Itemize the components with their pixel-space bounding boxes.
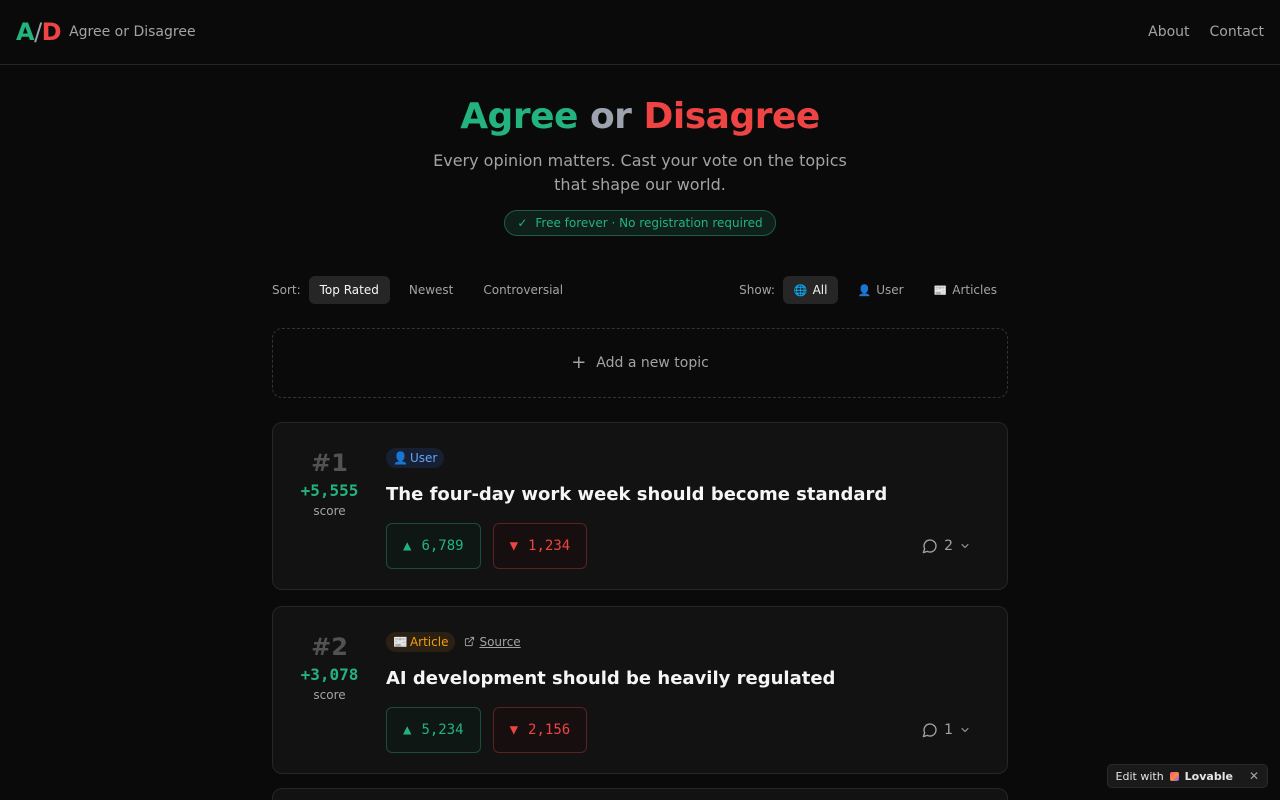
sort-label: Sort: [272, 283, 301, 297]
sort-newest-button[interactable]: Newest [398, 276, 465, 304]
score-label: score [313, 504, 346, 518]
topic-card: #2 +3,078 score 📰 Article Source AI devel… [272, 606, 1008, 774]
score-value: +5,555 [300, 481, 359, 500]
topic-tags: 📰 Article Source [386, 631, 971, 652]
show-articles-button[interactable]: 📰 Articles [923, 276, 1008, 304]
comments-toggle[interactable]: 2 [922, 538, 971, 554]
add-topic-label: Add a new topic [596, 355, 709, 371]
tagline: Every opinion matters. Cast your vote on… [433, 151, 847, 194]
topic-title[interactable]: The four-day work week should become sta… [386, 482, 971, 508]
comment-count: 1 [944, 722, 953, 738]
page-title: Agree or Disagree [460, 96, 820, 137]
filter-bar: Sort: Top Rated Newest Controversial Sho… [272, 276, 1008, 304]
topic-body: 👤 User The four-day work week should beco… [386, 447, 1007, 589]
topic-card-partial [272, 788, 1008, 800]
brand[interactable]: A/D Agree or Disagree [16, 18, 196, 46]
agree-button[interactable]: ▲ 6,789 [386, 523, 481, 569]
comment-icon [922, 539, 937, 554]
close-icon[interactable]: ✕ [1249, 769, 1259, 783]
sort-controversial-button[interactable]: Controversial [472, 276, 574, 304]
user-badge: 👤 User [386, 447, 445, 468]
topic-body: 📰 Article Source AI development should be… [386, 631, 1007, 773]
free-forever-badge: ✓ Free forever · No registration require… [504, 210, 776, 236]
check-icon: ✓ [517, 216, 528, 230]
agree-count: 6,789 [421, 538, 464, 554]
arrow-up-icon: ▲ [403, 722, 412, 738]
add-topic-button[interactable]: + Add a new topic [272, 328, 1008, 398]
main-nav: About Contact [1148, 24, 1264, 40]
sort-group: Sort: Top Rated Newest Controversial [272, 276, 574, 304]
arrow-up-icon: ▲ [403, 538, 412, 554]
hero: Agree or Disagree Every opinion matters.… [0, 65, 1280, 236]
chevron-down-icon [961, 544, 969, 548]
chevron-down-icon [961, 728, 969, 732]
disagree-button[interactable]: ▼ 2,156 [492, 707, 588, 753]
nav-about-link[interactable]: About [1148, 24, 1189, 40]
topic-actions: ▲ 6,789 ▼ 1,234 2 [386, 523, 971, 569]
agree-count: 5,234 [421, 722, 464, 738]
topic-card: #1 +5,555 score 👤 User The four-day work … [272, 422, 1008, 590]
lovable-logo-icon [1169, 771, 1179, 781]
user-icon: 👤 [857, 283, 872, 297]
source-link[interactable]: Source [464, 635, 521, 649]
disagree-count: 2,156 [528, 722, 571, 738]
logo[interactable]: A/D [16, 18, 62, 46]
top-bar: A/D Agree or Disagree About Contact [0, 0, 1280, 65]
disagree-count: 1,234 [528, 538, 571, 554]
arrow-down-icon: ▼ [509, 722, 519, 738]
lovable-brand-text: Lovable [1184, 769, 1233, 783]
sort-top-rated-button[interactable]: Top Rated [308, 276, 390, 304]
agree-button[interactable]: ▲ 5,234 [386, 707, 481, 753]
newspaper-icon: 📰 [933, 283, 948, 297]
brand-name[interactable]: Agree or Disagree [69, 24, 195, 40]
comment-count: 2 [944, 538, 953, 554]
newspaper-icon: 📰 [393, 634, 408, 649]
nav-contact-link[interactable]: Contact [1210, 24, 1264, 40]
rank-column: #1 +5,555 score [273, 447, 386, 589]
score-value: +3,078 [300, 665, 359, 684]
globe-icon: 🌐 [793, 283, 808, 297]
arrow-down-icon: ▼ [509, 538, 519, 554]
external-link-icon [465, 636, 475, 647]
comments-toggle[interactable]: 1 [922, 722, 971, 738]
article-badge: 📰 Article [386, 631, 456, 652]
user-icon: 👤 [393, 450, 408, 465]
topic-list: #1 +5,555 score 👤 User The four-day work … [272, 422, 1008, 774]
show-all-button[interactable]: 🌐 All [782, 276, 839, 304]
topic-actions: ▲ 5,234 ▼ 2,156 1 [386, 707, 971, 753]
main-content: Sort: Top Rated Newest Controversial Sho… [272, 276, 1008, 774]
edit-with-text: Edit with [1115, 769, 1164, 783]
rank-number: #1 [311, 449, 348, 477]
rank-column: #2 +3,078 score [273, 631, 386, 773]
edit-with-lovable-badge[interactable]: Edit with Lovable ✕ [1106, 764, 1268, 788]
disagree-button[interactable]: ▼ 1,234 [492, 523, 588, 569]
topic-title[interactable]: AI development should be heavily regulat… [386, 666, 971, 692]
plus-icon: + [571, 352, 587, 373]
show-group: Show: 🌐 All 👤 User 📰 Articles [739, 276, 1008, 304]
comment-icon [922, 723, 937, 738]
rank-number: #2 [311, 633, 348, 661]
show-label: Show: [739, 283, 775, 297]
score-label: score [313, 688, 346, 702]
topic-tags: 👤 User [386, 447, 971, 468]
show-user-button[interactable]: 👤 User [846, 276, 914, 304]
free-forever-text: Free forever · No registration required [535, 216, 763, 230]
